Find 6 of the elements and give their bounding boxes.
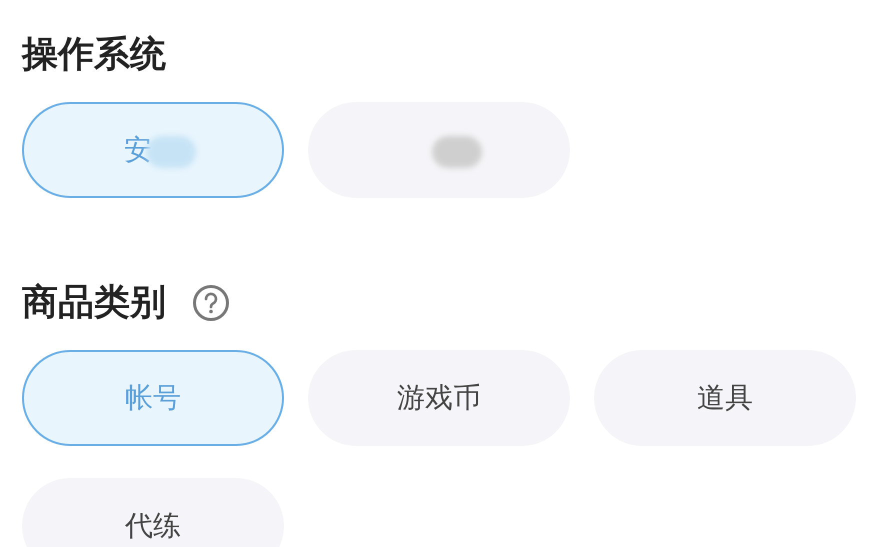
section-title: 商品类别 bbox=[22, 281, 166, 325]
option-chip[interactable]: 代练 bbox=[22, 478, 284, 547]
option-chip[interactable]: 道具 bbox=[594, 350, 856, 446]
option-chip[interactable]: 游戏币 bbox=[308, 350, 570, 446]
section-title: 操作系统 bbox=[22, 33, 166, 77]
help-icon[interactable] bbox=[192, 284, 230, 322]
